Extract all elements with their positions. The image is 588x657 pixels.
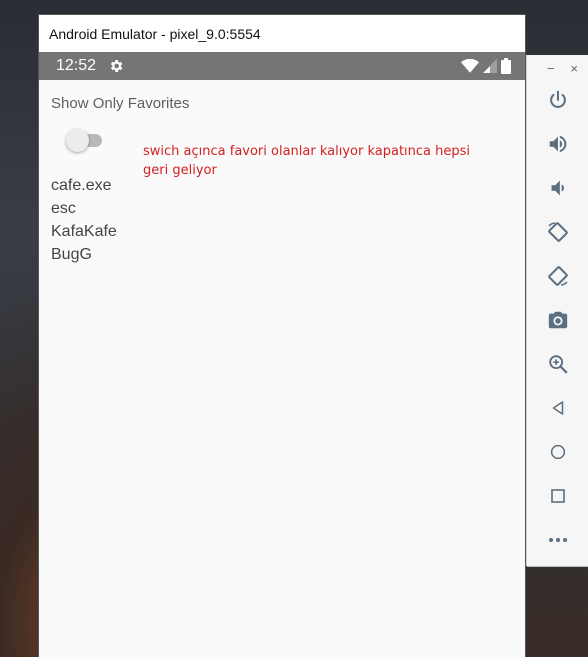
list-item[interactable]: esc (51, 197, 117, 220)
list-item[interactable]: BugG (51, 243, 117, 266)
more-button[interactable] (546, 528, 570, 552)
rotate-left-icon (546, 220, 570, 244)
rotate-right-button[interactable] (546, 264, 570, 288)
battery-icon (501, 58, 511, 74)
zoom-button[interactable] (546, 352, 570, 376)
window-title: Android Emulator - pixel_9.0:5554 (49, 25, 261, 42)
list-item[interactable]: KafaKafe (51, 220, 117, 243)
home-button[interactable] (546, 440, 570, 464)
overview-button[interactable] (546, 484, 570, 508)
power-icon (547, 89, 569, 111)
android-status-bar: 12:52 (39, 52, 525, 80)
volume-up-icon (547, 133, 569, 155)
window-title-bar[interactable]: Android Emulator - pixel_9.0:5554 (39, 15, 525, 52)
close-button[interactable]: × (570, 61, 578, 76)
settings-gear-icon (108, 58, 124, 74)
back-button[interactable] (546, 396, 570, 420)
camera-icon (547, 309, 569, 331)
rotate-right-icon (546, 264, 570, 288)
item-list: cafe.exe esc KafaKafe BugG (51, 174, 117, 266)
annotation-note: swich açınca favori olanlar kalıyor kapa… (143, 144, 471, 178)
emulator-side-toolbar: − × (527, 55, 588, 566)
back-icon (549, 399, 567, 417)
zoom-icon (547, 353, 569, 375)
minimize-button[interactable]: − (547, 61, 555, 76)
more-icon (548, 536, 568, 544)
volume-down-button[interactable] (546, 176, 570, 200)
emulator-window: Android Emulator - pixel_9.0:5554 12:52 … (39, 15, 525, 657)
list-item[interactable]: cafe.exe (51, 174, 117, 197)
favorites-switch[interactable] (66, 129, 104, 152)
signal-icon (483, 59, 497, 73)
rotate-left-button[interactable] (546, 220, 570, 244)
switch-thumb (66, 129, 89, 152)
screenshot-button[interactable] (546, 308, 570, 332)
volume-up-button[interactable] (546, 132, 570, 156)
overview-icon (550, 488, 566, 504)
power-button[interactable] (546, 88, 570, 112)
status-time: 12:52 (56, 57, 97, 74)
wifi-icon (461, 59, 479, 73)
volume-down-icon (547, 177, 569, 199)
favorites-label: Show Only Favorites (51, 95, 190, 112)
home-icon (549, 443, 567, 461)
